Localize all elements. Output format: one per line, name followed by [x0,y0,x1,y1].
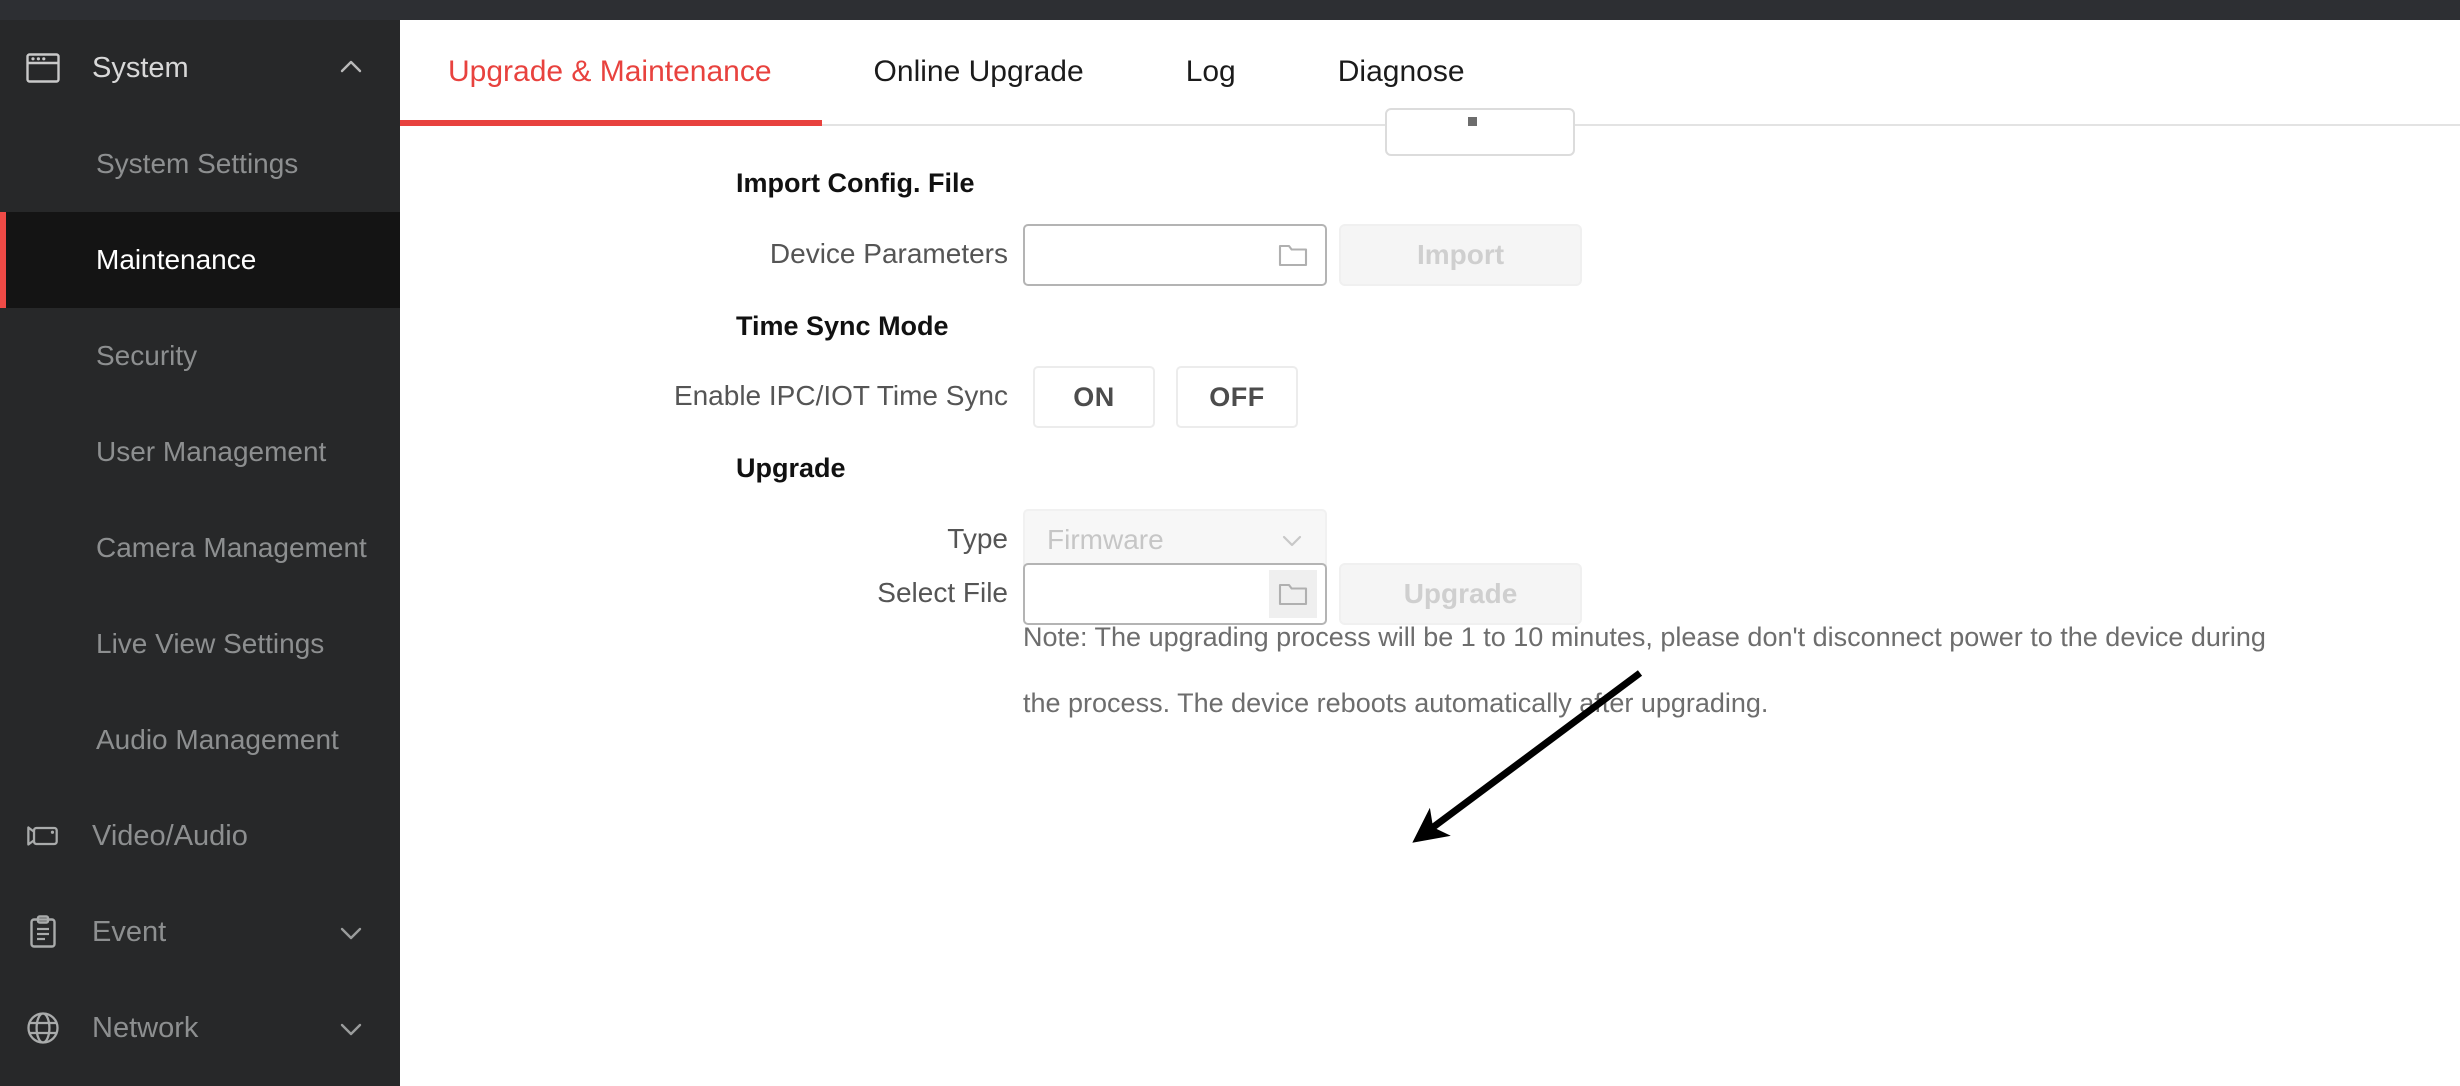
chevron-down-icon[interactable] [338,919,364,945]
globe-icon [26,1011,60,1045]
chevron-up-icon[interactable] [338,55,364,81]
sidebar-item-maintenance[interactable]: Maintenance [0,212,400,308]
upgrade-type-select[interactable]: Firmware [1023,509,1327,571]
chevron-down-icon[interactable] [338,1015,364,1041]
section-title-time-sync: Time Sync Mode [736,311,949,342]
sidebar-item-label: Audio Management [96,724,339,756]
upgrade-note: Note: The upgrading process will be 1 to… [1023,604,2283,736]
sidebar-group-system[interactable]: System [0,20,400,116]
sidebar-group-network[interactable]: Network [0,980,400,1076]
sidebar-item-live-view-settings[interactable]: Live View Settings [0,596,400,692]
section-title-import-config: Import Config. File [736,168,974,199]
clipboard-icon [26,915,60,949]
tab-label: Online Upgrade [874,55,1084,89]
section-title-upgrade: Upgrade [736,453,846,484]
tab-label: Diagnose [1338,55,1465,89]
sidebar-item-label: System Settings [96,148,298,180]
window-titlebar [0,0,2460,20]
sidebar-navigation: System System Settings Maintenance Secur… [0,20,400,1086]
tab-label: Upgrade & Maintenance [448,55,772,89]
sidebar-group-video-audio[interactable]: Video/Audio [0,788,400,884]
time-sync-off-button[interactable]: OFF [1176,366,1298,428]
folder-icon[interactable] [1269,231,1317,279]
tab-upgrade-maintenance[interactable]: Upgrade & Maintenance [444,20,776,124]
sidebar-item-camera-management[interactable]: Camera Management [0,500,400,596]
sidebar-item-label: Camera Management [96,532,367,564]
sidebar-item-user-management[interactable]: User Management [0,404,400,500]
window-icon [26,51,60,85]
scrolled-off-control-caret-icon [1468,117,1477,126]
sidebar-item-label: User Management [96,436,326,468]
import-button[interactable]: Import [1339,224,1582,286]
upgrade-note-line-1: Note: The upgrading process will be 1 to… [1023,622,2183,652]
sidebar-group-label-video-audio: Video/Audio [92,820,248,853]
time-sync-on-button[interactable]: ON [1033,366,1155,428]
upgrade-type-value: Firmware [1047,524,1164,556]
main-panel: Upgrade & Maintenance Online Upgrade Log… [400,20,2460,1086]
label-enable-time-sync: Enable IPC/IOT Time Sync [604,380,1008,412]
sidebar-group-label-system: System [92,52,189,85]
video-camera-icon [26,819,60,853]
form-body: Import Config. File Device Parameters Im… [400,126,2460,1086]
label-type: Type [604,523,1008,555]
chevron-down-icon [1279,527,1305,553]
sidebar-item-label: Maintenance [96,244,256,276]
sidebar-group-label-event: Event [92,916,166,949]
sidebar-item-security[interactable]: Security [0,308,400,404]
sidebar-item-audio-management[interactable]: Audio Management [0,692,400,788]
scrolled-off-control[interactable] [1385,108,1575,156]
tab-label: Log [1186,55,1236,89]
device-parameters-input[interactable] [1023,224,1327,286]
sidebar-item-label: Security [96,340,197,372]
label-device-parameters: Device Parameters [604,238,1008,270]
sidebar-group-label-network: Network [92,1012,198,1045]
sidebar-item-system-settings[interactable]: System Settings [0,116,400,212]
sidebar-item-label: Live View Settings [96,628,324,660]
app-root: System System Settings Maintenance Secur… [0,0,2460,1086]
sidebar-group-event[interactable]: Event [0,884,400,980]
tab-online-upgrade[interactable]: Online Upgrade [870,20,1088,124]
tab-log[interactable]: Log [1182,20,1240,124]
label-select-file: Select File [604,577,1008,609]
